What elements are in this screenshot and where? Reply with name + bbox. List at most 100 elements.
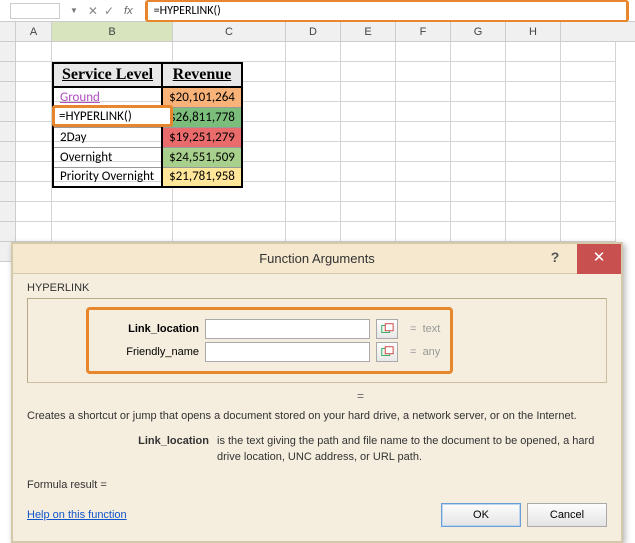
col-header-F[interactable]: F [396,22,451,41]
dialog-titlebar[interactable]: Function Arguments ? ✕ [13,244,621,274]
grid-cell[interactable] [16,142,52,162]
cancel-formula-icon[interactable]: ✕ [88,4,98,18]
cell-service[interactable]: Priority Overnight [53,167,162,187]
grid-cell[interactable] [506,102,561,122]
select-all-corner[interactable] [0,22,16,41]
grid-cell[interactable] [506,62,561,82]
grid-cell[interactable] [396,62,451,82]
grid-cell[interactable] [52,202,173,222]
grid-cell[interactable] [506,142,561,162]
grid-cell[interactable] [341,122,396,142]
fx-icon[interactable]: fx [120,5,137,17]
dialog-help-button[interactable]: ? [537,244,573,274]
name-box[interactable] [10,3,60,19]
grid-cell[interactable] [561,82,616,102]
grid-cell[interactable] [451,102,506,122]
grid-cell[interactable] [451,42,506,62]
cell-revenue[interactable]: $20,101,264 [162,87,242,107]
row-header[interactable] [0,142,16,162]
cell-revenue[interactable]: $26,811,778 [162,107,242,127]
grid-cell[interactable] [341,222,396,242]
grid-cell[interactable] [451,222,506,242]
grid-cell[interactable] [561,62,616,82]
grid-cell[interactable] [341,62,396,82]
row-header[interactable] [0,102,16,122]
grid-cell[interactable] [16,82,52,102]
grid-cell[interactable] [16,122,52,142]
grid-cell[interactable] [561,162,616,182]
worksheet-grid[interactable]: Service Level Revenue Ground $20,101,264… [0,42,635,262]
grid-cell[interactable] [286,62,341,82]
grid-cell[interactable] [451,122,506,142]
header-revenue[interactable]: Revenue [162,63,242,87]
grid-cell[interactable] [451,162,506,182]
grid-cell[interactable] [561,42,616,62]
help-on-function-link[interactable]: Help on this function [27,509,127,521]
refedit-button[interactable] [376,342,398,362]
grid-cell[interactable] [341,102,396,122]
cell-service[interactable]: Ground [53,87,162,107]
grid-cell[interactable] [286,222,341,242]
grid-cell[interactable] [16,222,52,242]
col-header-D[interactable]: D [286,22,341,41]
grid-cell[interactable] [396,182,451,202]
row-header[interactable] [0,122,16,142]
grid-cell[interactable] [396,82,451,102]
grid-cell[interactable] [341,82,396,102]
active-cell-highlight[interactable]: =HYPERLINK() [52,105,173,127]
row-header[interactable] [0,222,16,242]
grid-cell[interactable] [286,122,341,142]
grid-cell[interactable] [451,82,506,102]
name-box-dropdown-icon[interactable]: ▼ [66,6,82,15]
grid-cell[interactable] [561,142,616,162]
grid-cell[interactable] [396,202,451,222]
arg-input-link-location[interactable] [205,319,370,339]
grid-cell[interactable] [286,142,341,162]
cell-service[interactable]: 2Day [53,127,162,147]
enter-formula-icon[interactable]: ✓ [104,4,114,18]
grid-cell[interactable] [561,182,616,202]
ok-button[interactable]: OK [441,503,521,527]
grid-cell[interactable] [506,122,561,142]
grid-cell[interactable] [396,102,451,122]
grid-cell[interactable] [286,82,341,102]
grid-cell[interactable] [16,62,52,82]
grid-cell[interactable] [341,142,396,162]
grid-cell[interactable] [52,222,173,242]
grid-cell[interactable] [52,42,173,62]
grid-cell[interactable] [451,142,506,162]
cell-revenue[interactable]: $21,781,958 [162,167,242,187]
cell-revenue[interactable]: $24,551,509 [162,147,242,167]
grid-cell[interactable] [173,202,286,222]
col-header-H[interactable]: H [506,22,561,41]
grid-cell[interactable] [506,42,561,62]
row-header[interactable] [0,202,16,222]
row-header[interactable] [0,182,16,202]
col-header-E[interactable]: E [341,22,396,41]
grid-cell[interactable] [286,162,341,182]
grid-cell[interactable] [396,122,451,142]
header-service-level[interactable]: Service Level [53,63,162,87]
grid-cell[interactable] [396,142,451,162]
grid-cell[interactable] [16,162,52,182]
col-header-B[interactable]: B [52,22,173,41]
grid-cell[interactable] [286,202,341,222]
row-header[interactable] [0,42,16,62]
grid-cell[interactable] [451,62,506,82]
row-header[interactable] [0,62,16,82]
cancel-button[interactable]: Cancel [527,503,607,527]
grid-cell[interactable] [506,222,561,242]
grid-cell[interactable] [341,202,396,222]
grid-cell[interactable] [173,222,286,242]
grid-cell[interactable] [16,202,52,222]
grid-cell[interactable] [451,182,506,202]
grid-cell[interactable] [396,42,451,62]
dialog-close-button[interactable]: ✕ [577,244,621,274]
grid-cell[interactable] [561,202,616,222]
grid-cell[interactable] [286,182,341,202]
col-header-G[interactable]: G [451,22,506,41]
col-header-C[interactable]: C [173,22,286,41]
grid-cell[interactable] [396,222,451,242]
grid-cell[interactable] [451,202,506,222]
arg-input-friendly-name[interactable] [205,342,370,362]
